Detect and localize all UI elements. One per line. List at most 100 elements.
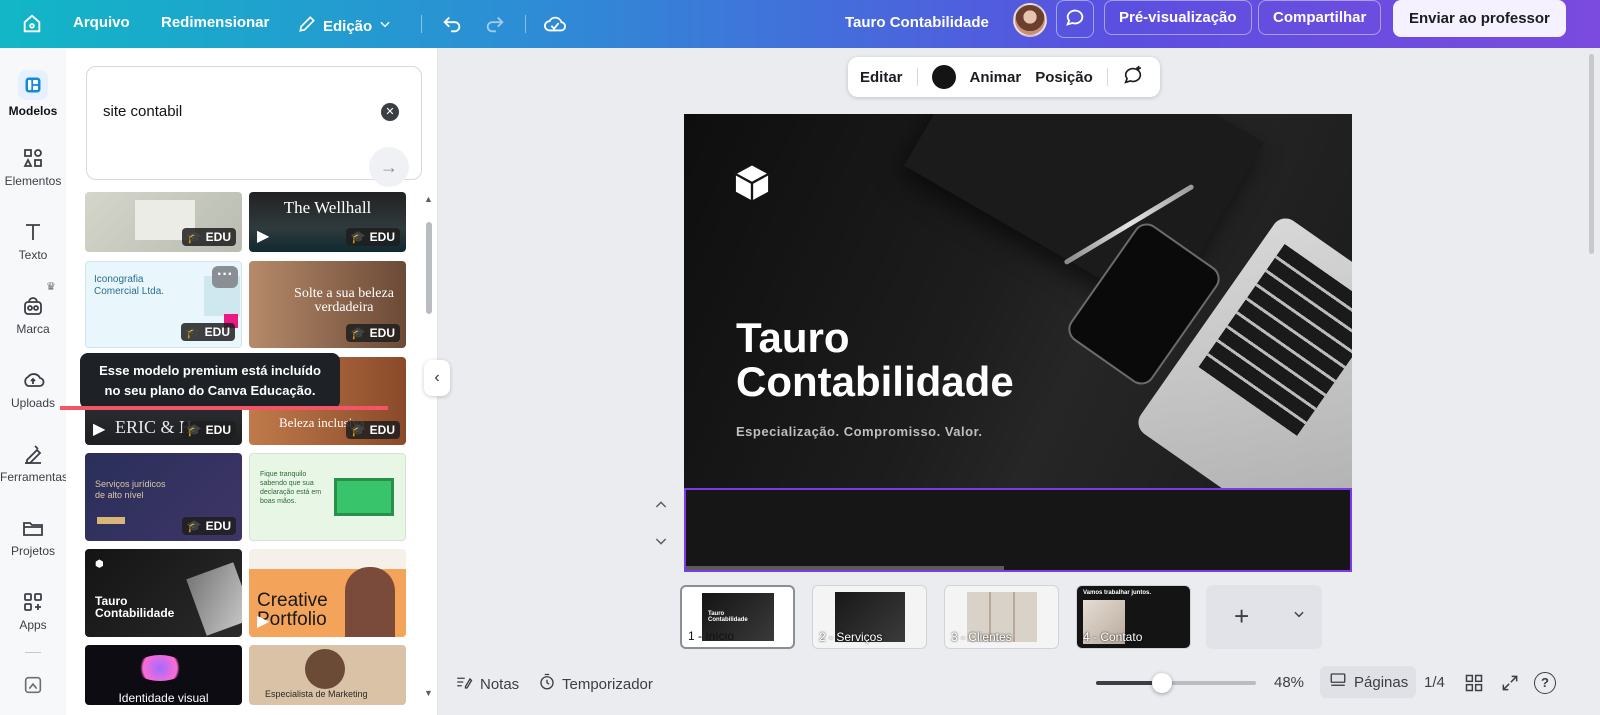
page-label: 2 - Serviços bbox=[819, 630, 883, 644]
template-thumbnail[interactable]: ⬢ Tauro Contabilidade bbox=[85, 549, 242, 637]
apps-icon bbox=[21, 590, 45, 614]
template-thumbnail[interactable]: Fique tranquilo sabendo que sua declaraç… bbox=[249, 453, 406, 541]
share-button[interactable]: Compartilhar bbox=[1258, 0, 1382, 35]
edit-menu[interactable]: Edição bbox=[297, 14, 392, 38]
resize-menu[interactable]: Redimensionar bbox=[161, 14, 269, 31]
template-thumbnail[interactable]: 🎓 EDU bbox=[85, 192, 242, 252]
template-thumbnail[interactable]: Creative Portfolio ▶ bbox=[249, 549, 406, 637]
play-icon: ▶ bbox=[257, 228, 270, 245]
status-bar: Notas Temporizador 48% Páginas 1/4 ? bbox=[438, 664, 1600, 704]
play-icon: ▶ bbox=[257, 613, 270, 630]
pages-button[interactable]: Páginas bbox=[1320, 666, 1417, 698]
scroll-up-arrow[interactable]: ▲ bbox=[424, 194, 433, 204]
search-submit-button[interactable]: → bbox=[369, 147, 409, 187]
template-thumbnail[interactable]: Identidade visual bbox=[85, 645, 242, 705]
plus-icon: + bbox=[1234, 601, 1250, 631]
sidebar-item-magic[interactable] bbox=[0, 674, 66, 702]
edit-button[interactable]: Editar bbox=[860, 69, 903, 86]
divider bbox=[25, 652, 41, 653]
template-thumbnail[interactable]: The Wellhall ▶ 🎓 EDU bbox=[249, 192, 406, 252]
template-title: ERIC & H bbox=[115, 417, 193, 437]
slide-subtitle[interactable]: Especialização. Compromisso. Valor. bbox=[736, 424, 983, 439]
zoom-slider-handle[interactable] bbox=[1152, 673, 1172, 693]
divider bbox=[1106, 68, 1108, 86]
redo-icon[interactable] bbox=[483, 12, 507, 36]
add-page-button[interactable]: + bbox=[1206, 585, 1322, 649]
chevron-left-icon: ‹ bbox=[434, 369, 440, 386]
scrollbar-thumb[interactable] bbox=[426, 222, 432, 314]
zoom-slider[interactable] bbox=[1096, 673, 1256, 693]
page-thumbnail[interactable]: Vamos trabalhar juntos. 4 - Contato bbox=[1076, 585, 1191, 649]
help-icon[interactable]: ? bbox=[1534, 672, 1556, 694]
element-toolbar: Editar Animar Posição bbox=[848, 57, 1160, 97]
page-label: 1 - Início bbox=[688, 629, 735, 643]
notes-button[interactable]: Notas bbox=[454, 673, 519, 695]
template-title: Tauro Contabilidade bbox=[95, 594, 175, 620]
undo-icon[interactable] bbox=[440, 12, 464, 36]
zoom-level[interactable]: 48% bbox=[1274, 674, 1304, 691]
chevron-down-icon[interactable] bbox=[1292, 607, 1306, 626]
slide-title-line: Tauro bbox=[736, 314, 850, 361]
avatar[interactable] bbox=[1013, 3, 1047, 37]
sidebar-item-elementos[interactable]: Elementos bbox=[0, 146, 66, 188]
sidebar-item-projetos[interactable]: Projetos bbox=[0, 516, 66, 558]
tools-icon bbox=[21, 442, 45, 466]
chevron-up-icon[interactable] bbox=[653, 497, 669, 516]
sidebar-item-ferramentas[interactable]: Ferramentas bbox=[0, 442, 68, 484]
edu-badge: 🎓 EDU bbox=[181, 421, 236, 439]
design-canvas[interactable]: Tauro Contabilidade Especialização. Comp… bbox=[684, 114, 1352, 572]
color-swatch[interactable] bbox=[931, 65, 956, 89]
document-title[interactable]: Tauro Contabilidade bbox=[845, 14, 989, 31]
grid-view-icon[interactable] bbox=[1464, 673, 1484, 697]
page-thumbnail[interactable]: 2 - Serviços bbox=[812, 585, 927, 649]
template-thumbnail[interactable]: Serviços jurídicos de alto nível 🎓 EDU bbox=[85, 453, 242, 541]
timer-button[interactable]: Temporizador bbox=[538, 673, 653, 695]
template-title: Solte a sua beleza verdadeira bbox=[294, 286, 394, 315]
template-title: Identidade visual bbox=[118, 691, 209, 705]
chevron-down-icon[interactable] bbox=[653, 533, 669, 554]
pencil-icon bbox=[297, 14, 317, 38]
more-options-button[interactable]: ··· bbox=[212, 266, 238, 288]
page-label: 4 - Contato bbox=[1083, 630, 1143, 644]
template-thumbnail[interactable]: Solte a sua beleza verdadeira 🎓 EDU bbox=[249, 261, 406, 348]
sidebar-item-apps[interactable]: Apps bbox=[0, 590, 66, 632]
comment-button[interactable] bbox=[1056, 0, 1094, 38]
selected-footer-bar[interactable] bbox=[684, 488, 1352, 572]
file-menu[interactable]: Arquivo bbox=[73, 14, 130, 31]
graduation-cap-icon: 🎓 bbox=[350, 423, 366, 437]
sidebar-item-label: Apps bbox=[19, 618, 47, 632]
page-thumbnail[interactable]: Tauro Contabilidade 1 - Início bbox=[680, 585, 795, 649]
send-to-teacher-button[interactable]: Enviar ao professor bbox=[1393, 0, 1566, 37]
template-thumbnail[interactable]: Iconografia Comercial Ltda. ··· 🎓 EDU bbox=[85, 261, 242, 348]
graduation-cap-icon: 🎓 bbox=[186, 423, 202, 437]
search-box: ✕ → bbox=[86, 66, 422, 187]
elements-icon bbox=[21, 146, 45, 170]
template-thumbnail[interactable]: Especialista de Marketing bbox=[249, 645, 406, 705]
brand-icon bbox=[21, 294, 45, 318]
page-thumbnail[interactable]: 3 - Clientes bbox=[944, 585, 1059, 649]
collapse-panel-button[interactable]: ‹ bbox=[424, 360, 450, 396]
clear-search-button[interactable]: ✕ bbox=[381, 103, 399, 121]
home-icon[interactable] bbox=[20, 12, 44, 36]
sidebar-item-texto[interactable]: Texto bbox=[0, 220, 66, 262]
slide-title-line: Contabilidade bbox=[736, 358, 1014, 405]
animate-button[interactable]: Animar bbox=[970, 69, 1022, 86]
slide-title[interactable]: Tauro Contabilidade bbox=[736, 316, 1014, 404]
fullscreen-icon[interactable] bbox=[1500, 673, 1520, 697]
template-title: Especialista de Marketing bbox=[265, 689, 368, 699]
top-bar: Arquivo Redimensionar Edição Tauro Conta… bbox=[0, 0, 1600, 48]
sidebar-item-marca[interactable]: ♛ Marca bbox=[0, 281, 66, 336]
graduation-cap-icon: 🎓 bbox=[350, 230, 366, 244]
edu-badge: 🎓 EDU bbox=[181, 517, 236, 535]
sidebar-item-uploads[interactable]: Uploads bbox=[0, 368, 66, 410]
position-button[interactable]: Posição bbox=[1035, 69, 1093, 86]
cloud-saved-icon[interactable] bbox=[543, 12, 567, 36]
preview-button[interactable]: Pré-visualização bbox=[1104, 0, 1252, 35]
sidebar-item-label: Modelos bbox=[8, 104, 58, 118]
graduation-cap-icon: 🎓 bbox=[350, 326, 366, 340]
sidebar-item-modelos[interactable]: Modelos bbox=[0, 70, 66, 118]
search-input[interactable] bbox=[103, 103, 363, 120]
add-comment-icon[interactable] bbox=[1122, 64, 1144, 90]
scroll-down-arrow[interactable]: ▼ bbox=[424, 688, 433, 698]
canvas-scrollbar[interactable] bbox=[1589, 54, 1594, 254]
